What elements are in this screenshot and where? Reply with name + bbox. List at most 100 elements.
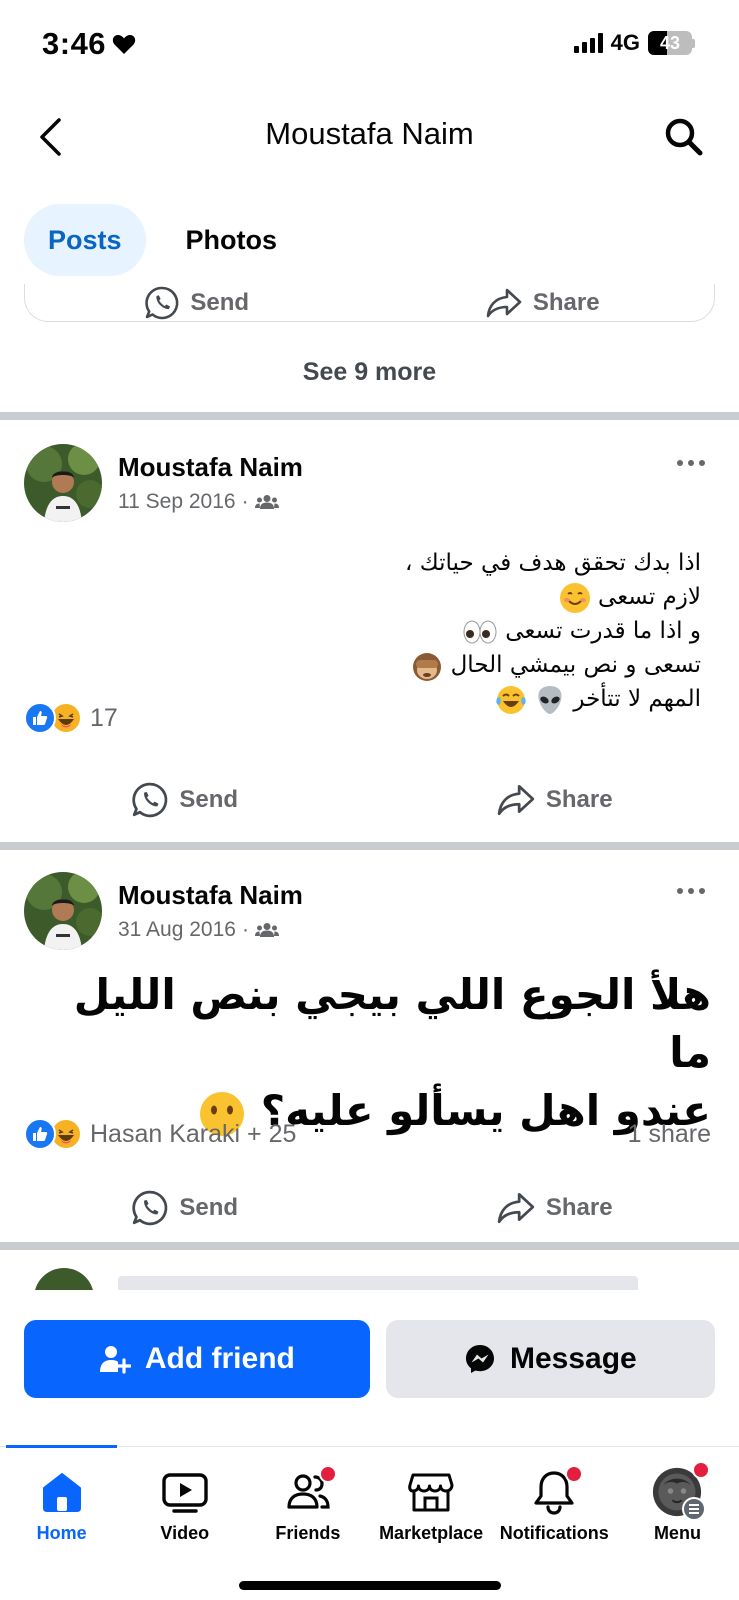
post-text-line: اذا بدك تحقق هدف في حياتك ، <box>405 550 701 576</box>
post-text-line: هلأ الجوع اللي بيجي بنص الليل ما <box>73 970 711 1077</box>
send-button[interactable]: Send <box>0 772 370 828</box>
share-icon <box>497 1192 535 1224</box>
time-text: 3:46 <box>42 26 107 61</box>
post-options-button[interactable] <box>669 448 713 478</box>
meta-separator: · <box>241 918 249 941</box>
add-friend-icon <box>99 1346 131 1374</box>
post-meta: 11 Sep 2016 · <box>118 490 279 514</box>
post-author[interactable]: Moustafa Naim <box>118 452 303 483</box>
avatar[interactable] <box>24 444 102 522</box>
header: Moustafa Naim <box>0 92 739 184</box>
profile-tabs: Posts Photos <box>24 204 301 276</box>
search-icon <box>665 118 703 156</box>
post-meta: 31 Aug 2016 · <box>118 918 279 942</box>
battery-percent: 43 <box>659 32 681 53</box>
avatar[interactable] <box>24 872 102 950</box>
status-bar: 3:46 4G 43 <box>0 0 739 92</box>
send-button[interactable]: Send <box>24 284 370 322</box>
post-author[interactable]: Moustafa Naim <box>118 880 303 911</box>
nav-marketplace[interactable]: Marketplace <box>370 1467 493 1557</box>
share-label: Share <box>545 1194 613 1221</box>
post-text: اذا بدك تحقق هدف في حياتك ، لازم تسعى و … <box>201 546 701 716</box>
add-friend-label: Add friend <box>144 1342 295 1375</box>
post-text-line: تسعى و نص بيمشي الحال <box>450 652 701 678</box>
see-no-evil-monkey-emoji-icon <box>413 652 442 681</box>
post-divider <box>0 412 739 420</box>
post-actions: Send Share <box>0 772 739 828</box>
video-icon <box>162 1473 208 1513</box>
like-reaction-icon <box>24 702 56 734</box>
post-text-line: لازم تسعى <box>598 584 701 610</box>
status-indicators: 4G 43 <box>573 30 695 56</box>
home-icon <box>42 1473 81 1512</box>
profile-actions: Add friend Message <box>24 1300 715 1418</box>
like-reaction-icon <box>24 1118 56 1150</box>
nav-menu[interactable]: Menu <box>616 1461 739 1557</box>
previous-post-actions: Send Share <box>24 284 715 322</box>
menu-lines-icon <box>682 1497 707 1521</box>
nav-label: Menu <box>653 1523 701 1543</box>
nav-home[interactable]: Home <box>0 1467 123 1557</box>
send-label: Send <box>179 786 239 813</box>
post-options-button[interactable] <box>669 876 713 906</box>
battery-icon: 43 <box>648 31 692 55</box>
reaction-names: Hasan Karaki + 25 <box>90 1119 297 1148</box>
share-button[interactable]: Share <box>370 1180 739 1236</box>
whatsapp-icon <box>132 1190 168 1226</box>
nav-friends[interactable]: Friends <box>246 1465 369 1557</box>
reaction-count: 17 <box>90 703 118 732</box>
nav-active-indicator <box>6 1445 117 1448</box>
eyes-emoji-icon <box>463 620 497 643</box>
heart-icon <box>112 35 136 54</box>
reaction-summary[interactable]: 17 <box>24 702 711 734</box>
post-text: هلأ الجوع اللي بيجي بنص الليل ما عندو اه… <box>24 966 711 1140</box>
message-label: Message <box>509 1342 637 1375</box>
message-button[interactable]: Message <box>385 1320 715 1398</box>
nav-label: Home <box>36 1523 87 1543</box>
post-divider <box>0 1242 739 1250</box>
nav-label: Video <box>160 1523 210 1543</box>
meta-separator: · <box>241 490 249 513</box>
tab-photos[interactable]: Photos <box>162 204 302 276</box>
post-actions: Send Share <box>0 1180 739 1236</box>
post-date[interactable]: 31 Aug 2016 <box>118 918 236 942</box>
friends-icon <box>254 495 279 509</box>
send-label: Send <box>190 289 250 316</box>
smiling-face-emoji-icon <box>559 582 590 613</box>
send-button[interactable]: Send <box>0 1180 370 1236</box>
share-label: Share <box>532 289 600 316</box>
post-divider <box>0 842 739 850</box>
notification-badge <box>565 1465 584 1483</box>
bottom-nav: Home Video Friends Marketplace Notificat… <box>0 1445 739 1600</box>
search-button[interactable] <box>659 112 709 162</box>
feed: Send Share See 9 more Moustafa Naim 11 S… <box>0 284 739 1300</box>
whatsapp-icon <box>145 286 179 320</box>
whatsapp-icon <box>132 782 168 818</box>
post-date[interactable]: 11 Sep 2016 <box>118 490 236 514</box>
home-indicator <box>239 1581 501 1590</box>
share-icon <box>486 288 522 318</box>
notification-badge <box>692 1461 711 1479</box>
nav-label: Friends <box>275 1523 341 1543</box>
reaction-summary[interactable]: Hasan Karaki + 25 1 share <box>24 1118 711 1150</box>
post-text-line: و اذا ما قدرت تسعى <box>505 618 701 644</box>
see-more-link[interactable]: See 9 more <box>0 358 739 387</box>
tab-posts[interactable]: Posts <box>24 204 146 276</box>
notification-badge <box>318 1465 337 1483</box>
nav-notifications[interactable]: Notifications <box>493 1465 616 1557</box>
nav-video[interactable]: Video <box>123 1467 246 1557</box>
share-button[interactable]: Share <box>370 284 716 322</box>
page-title: Moustafa Naim <box>265 116 474 151</box>
signal-icon <box>573 33 603 53</box>
share-icon <box>497 784 535 816</box>
nav-label: Notifications <box>499 1523 609 1543</box>
post-card: Moustafa Naim 31 Aug 2016 · هلأ الجوع ال… <box>0 850 739 1236</box>
post-card: Moustafa Naim 11 Sep 2016 · اذا بدك تحقق… <box>0 420 739 818</box>
nav-label: Marketplace <box>379 1523 484 1543</box>
share-button[interactable]: Share <box>370 772 739 828</box>
add-friend-button[interactable]: Add friend <box>24 1320 370 1398</box>
share-count[interactable]: 1 share <box>628 1120 711 1149</box>
status-time: 3:46 <box>42 26 136 62</box>
friends-icon <box>254 923 279 937</box>
messenger-icon <box>465 1345 494 1373</box>
